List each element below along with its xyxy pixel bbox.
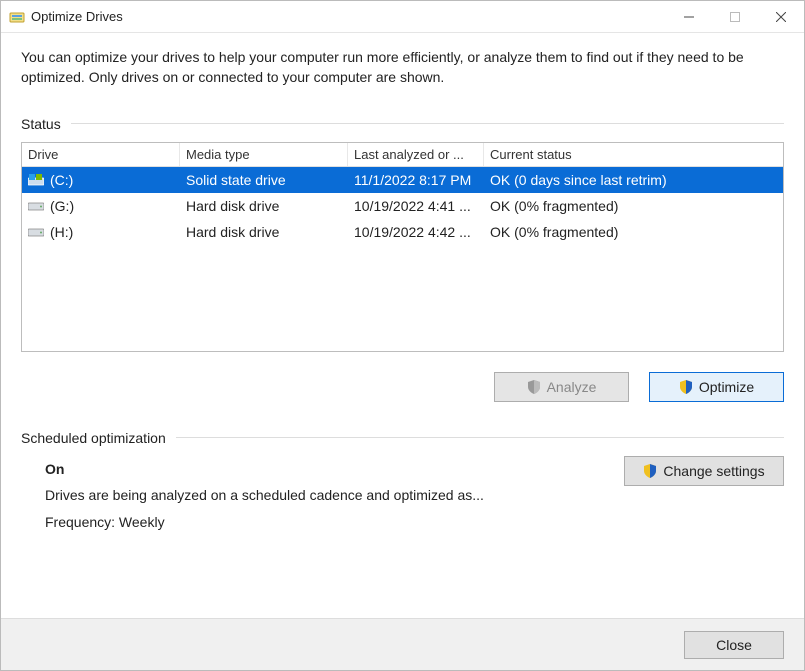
drive-media: Solid state drive — [180, 167, 348, 193]
shield-icon — [643, 464, 657, 478]
divider — [176, 437, 784, 438]
analyze-button: Analyze — [494, 372, 629, 402]
intro-text: You can optimize your drives to help you… — [21, 47, 784, 88]
shield-icon — [679, 380, 693, 394]
drive-name: (H:) — [50, 224, 73, 240]
drive-icon — [28, 226, 44, 238]
optimize-label: Optimize — [699, 379, 754, 395]
sched-freq: Frequency: Weekly — [45, 509, 604, 536]
col-header-drive[interactable]: Drive — [22, 143, 180, 166]
sched-section-label: Scheduled optimization — [21, 430, 784, 446]
footer: Close — [1, 618, 804, 670]
shield-icon — [527, 380, 541, 394]
close-label: Close — [716, 637, 752, 653]
drive-media: Hard disk drive — [180, 219, 348, 245]
maximize-button — [712, 1, 758, 33]
drive-icon — [28, 174, 44, 186]
drive-status: OK (0% fragmented) — [484, 193, 783, 219]
status-section-label: Status — [21, 116, 784, 132]
col-header-status[interactable]: Current status — [484, 143, 783, 166]
status-section-text: Status — [21, 116, 61, 132]
drive-icon — [28, 200, 44, 212]
window-title: Optimize Drives — [31, 9, 123, 24]
drive-table[interactable]: Drive Media type Last analyzed or ... Cu… — [21, 142, 784, 352]
optimize-drives-window: Optimize Drives You can optimize your dr… — [0, 0, 805, 671]
table-header: Drive Media type Last analyzed or ... Cu… — [22, 143, 783, 167]
drive-status: OK (0 days since last retrim) — [484, 167, 783, 193]
sched-section-text: Scheduled optimization — [21, 430, 166, 446]
table-row[interactable]: (C:) Solid state drive11/1/2022 8:17 PMOK… — [22, 167, 783, 193]
col-header-last[interactable]: Last analyzed or ... — [348, 143, 484, 166]
optimize-button[interactable]: Optimize — [649, 372, 784, 402]
drive-media: Hard disk drive — [180, 193, 348, 219]
drive-name: (C:) — [50, 172, 73, 188]
drive-last: 11/1/2022 8:17 PM — [348, 167, 484, 193]
app-icon — [9, 9, 25, 25]
sched-info: On Drives are being analyzed on a schedu… — [45, 456, 604, 536]
col-header-media[interactable]: Media type — [180, 143, 348, 166]
close-window-button[interactable] — [758, 1, 804, 33]
table-row[interactable]: (G:) Hard disk drive10/19/2022 4:41 ...OK… — [22, 193, 783, 219]
titlebar: Optimize Drives — [1, 1, 804, 33]
drive-last: 10/19/2022 4:42 ... — [348, 219, 484, 245]
change-settings-button[interactable]: Change settings — [624, 456, 784, 486]
analyze-label: Analyze — [547, 379, 597, 395]
change-settings-label: Change settings — [663, 463, 764, 479]
sched-state: On — [45, 456, 604, 483]
drive-last: 10/19/2022 4:41 ... — [348, 193, 484, 219]
drive-status: OK (0% fragmented) — [484, 219, 783, 245]
close-button[interactable]: Close — [684, 631, 784, 659]
sched-desc: Drives are being analyzed on a scheduled… — [45, 482, 604, 509]
minimize-button[interactable] — [666, 1, 712, 33]
divider — [71, 123, 784, 124]
drive-name: (G:) — [50, 198, 74, 214]
table-row[interactable]: (H:) Hard disk drive10/19/2022 4:42 ...OK… — [22, 219, 783, 245]
